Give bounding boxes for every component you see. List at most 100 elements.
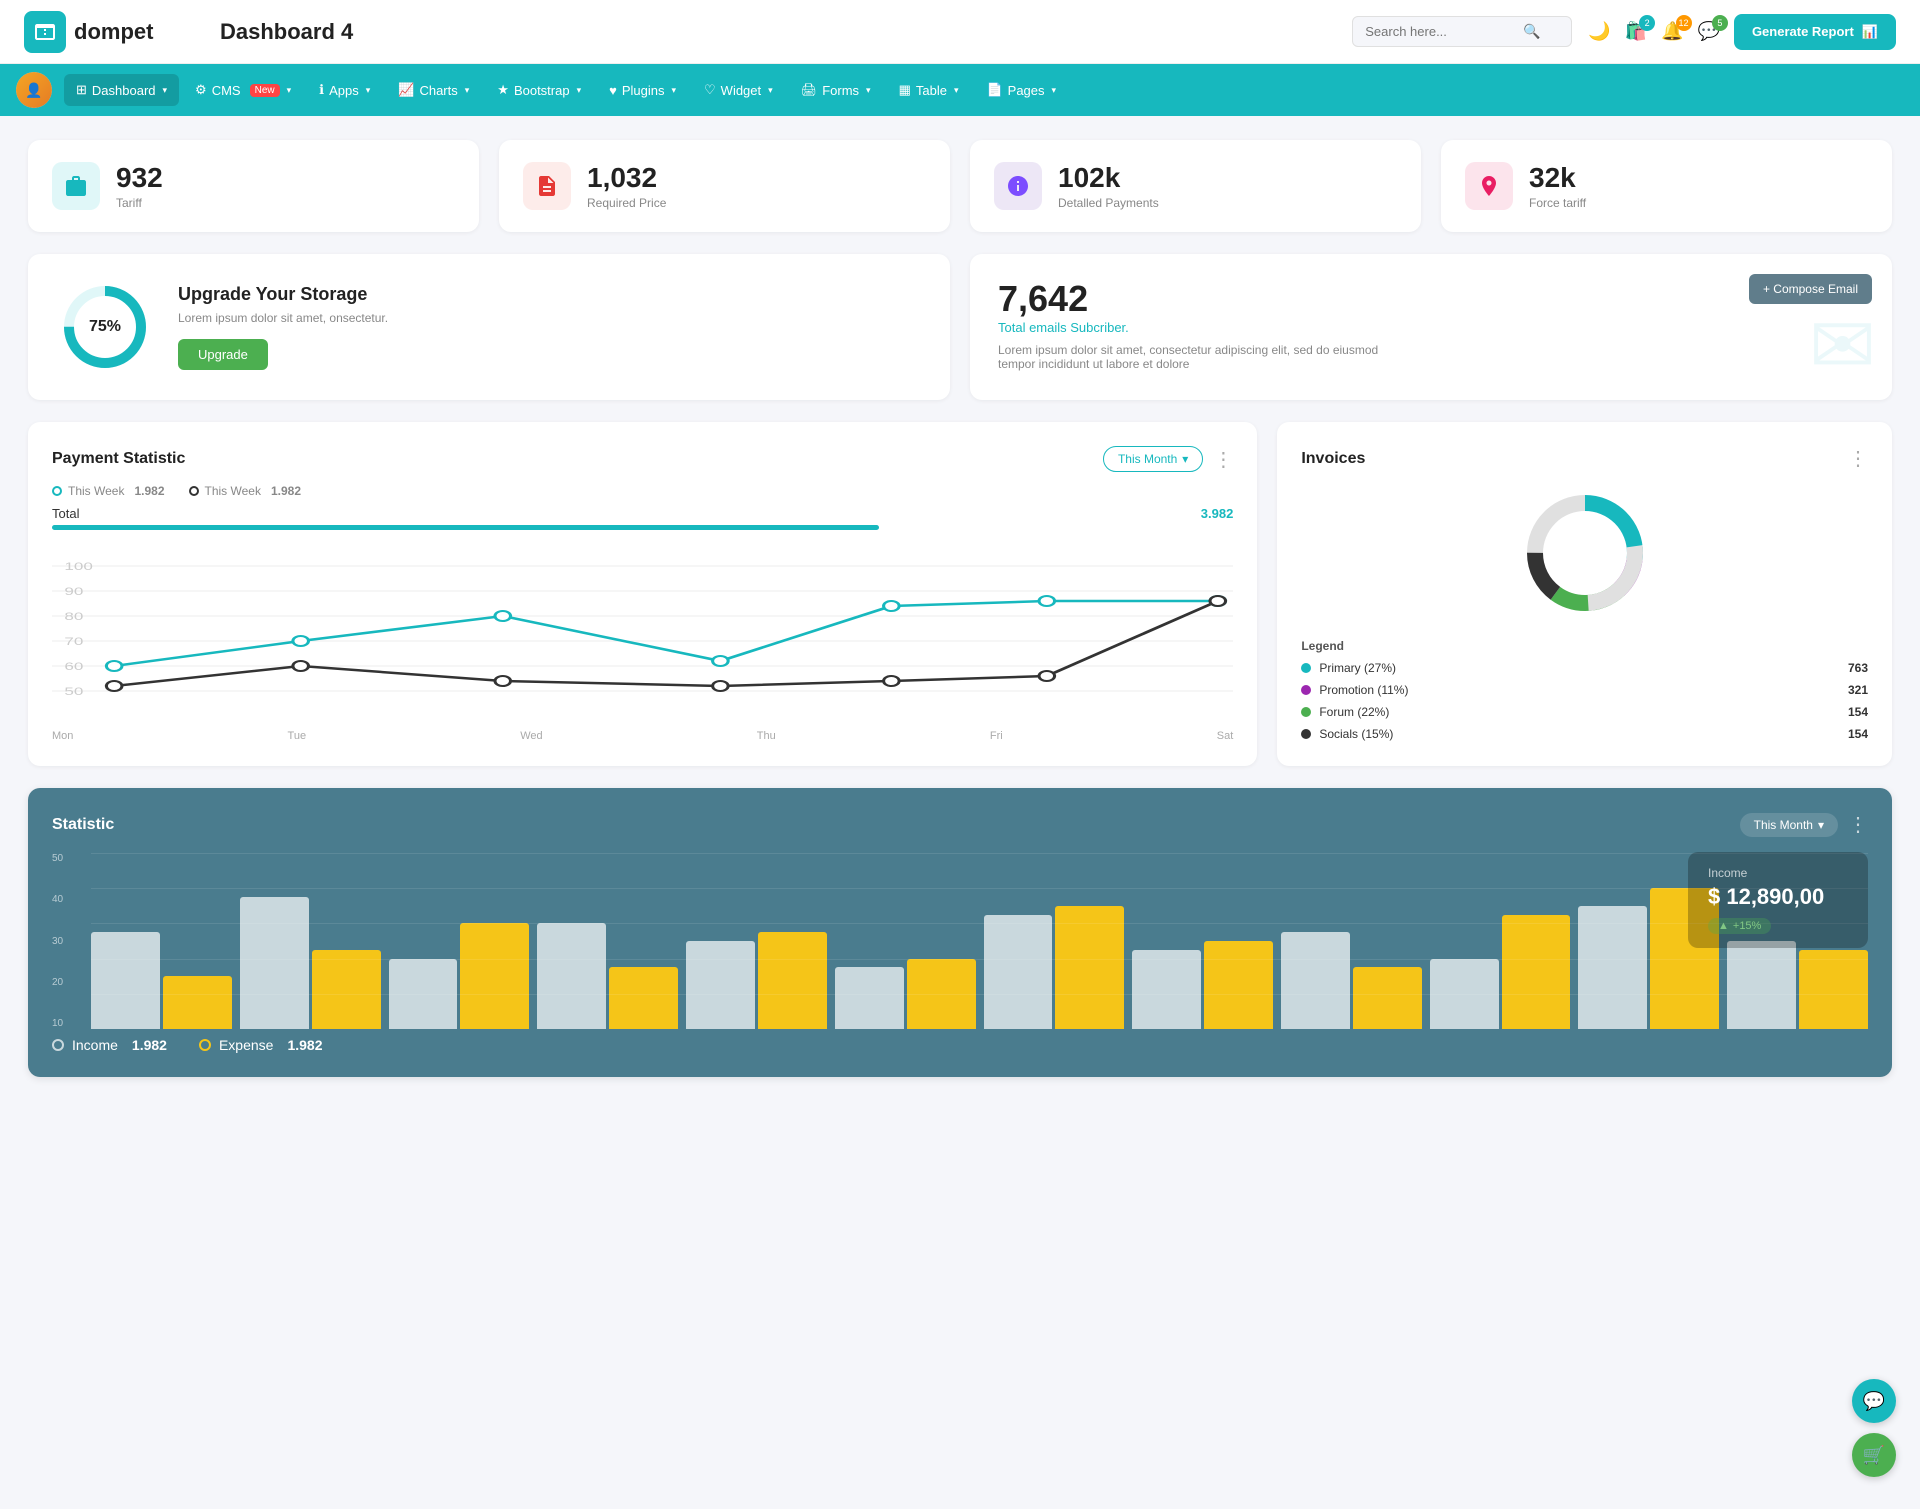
- bar-white: [91, 932, 160, 1029]
- force-value: 32k: [1529, 162, 1586, 194]
- tariff-icon: [52, 162, 100, 210]
- bar-group: [1132, 941, 1273, 1029]
- bar-group: [1281, 932, 1422, 1029]
- bar-yellow: [609, 967, 678, 1029]
- dot-primary: [1301, 663, 1311, 673]
- page-title: Dashboard 4: [220, 19, 1336, 45]
- total-label: Total: [52, 506, 79, 521]
- email-description: Lorem ipsum dolor sit amet, consectetur …: [998, 343, 1398, 371]
- bar-white: [537, 923, 606, 1029]
- generate-report-button[interactable]: Generate Report 📊: [1734, 14, 1896, 50]
- legend-item-2: This Week 1.982: [189, 484, 302, 498]
- bar-yellow: [758, 932, 827, 1029]
- nav-item-pages[interactable]: 📄 Pages ▾: [974, 74, 1068, 106]
- nav-item-widget[interactable]: ♡ Widget ▾: [692, 74, 785, 106]
- statistic-body: 50 40 30 20 10 Income: [52, 853, 1868, 1029]
- chevron-down-icon: ▾: [1182, 452, 1188, 466]
- legend-promotion: Promotion (11%) 321: [1301, 683, 1868, 697]
- bar-white: [686, 941, 755, 1029]
- email-number: 7,642: [998, 278, 1864, 320]
- chevron-down-icon: ▾: [866, 85, 871, 96]
- logo-icon: [24, 11, 66, 53]
- payment-chart: 100 90 80 70 60 50: [52, 546, 1233, 726]
- payment-progress-bar: [52, 525, 879, 530]
- bar-group: [91, 932, 232, 1029]
- nav-item-dashboard[interactable]: ⊞ Dashboard ▾: [64, 74, 179, 106]
- nav-item-charts[interactable]: 📈 Charts ▾: [386, 74, 481, 106]
- storage-percent: 75%: [89, 318, 121, 336]
- main-content: 932 Tariff 1,032 Required Price 102k Det…: [0, 116, 1920, 1101]
- bar-yellow: [907, 959, 976, 1029]
- income-box: Income $ 12,890,00 ▲ +15%: [1688, 852, 1868, 948]
- chat-icon-btn[interactable]: 💬 5: [1698, 21, 1720, 42]
- legend-item-1: This Week 1.982: [52, 484, 165, 498]
- payment-menu-button[interactable]: ⋮: [1213, 447, 1233, 472]
- bar-yellow: [1502, 915, 1571, 1029]
- logo-text: dompet: [74, 19, 153, 45]
- stat-cards: 932 Tariff 1,032 Required Price 102k Det…: [28, 140, 1892, 232]
- bar-group: [984, 906, 1125, 1029]
- support-button[interactable]: 💬: [1852, 1379, 1896, 1423]
- bar-white: [240, 897, 309, 1029]
- storage-info: Upgrade Your Storage Lorem ipsum dolor s…: [178, 284, 388, 370]
- nav-item-cms[interactable]: ⚙ CMS New ▾: [183, 74, 303, 106]
- email-card: + Compose Email 7,642 Total emails Subcr…: [970, 254, 1892, 400]
- statistic-header: Statistic This Month ▾ ⋮: [52, 812, 1868, 837]
- invoices-header: Invoices ⋮: [1301, 446, 1868, 471]
- shop-icon-btn[interactable]: 🛍️ 2: [1625, 21, 1647, 42]
- upgrade-button[interactable]: Upgrade: [178, 339, 268, 370]
- nav-bar: 👤 ⊞ Dashboard ▾ ⚙ CMS New ▾ ℹ Apps ▾ 📈 C…: [0, 64, 1920, 116]
- x-labels: Mon Tue Wed Thu Fri Sat: [52, 730, 1233, 742]
- income-value: $ 12,890,00: [1708, 884, 1848, 910]
- header-icons: 🌙 🛍️ 2 🔔 12 💬 5 Generate Report 📊: [1588, 14, 1896, 50]
- storage-desc: Lorem ipsum dolor sit amet, onsectetur.: [178, 311, 388, 325]
- nav-item-forms[interactable]: 🖨 Forms ▾: [789, 74, 883, 106]
- dot-promotion: [1301, 685, 1311, 695]
- mail-icon: ✉: [1809, 299, 1876, 392]
- bar-white: [1578, 906, 1647, 1029]
- chevron-down-icon: ▾: [465, 85, 470, 96]
- cart-button[interactable]: 🛒: [1852, 1433, 1896, 1477]
- bar-yellow: [1055, 906, 1124, 1029]
- statistic-menu-button[interactable]: ⋮: [1848, 812, 1868, 837]
- chevron-down-icon: ▾: [366, 85, 371, 96]
- nav-item-apps[interactable]: ℹ Apps ▾: [307, 74, 382, 106]
- bar-group: [389, 923, 530, 1029]
- search-input[interactable]: [1365, 24, 1515, 39]
- logo: dompet: [24, 11, 204, 53]
- payment-filter-button[interactable]: This Month ▾: [1103, 446, 1203, 472]
- bar-yellow: [1204, 941, 1273, 1029]
- dot-forum: [1301, 707, 1311, 717]
- bar-yellow: [1353, 967, 1422, 1029]
- storage-donut: 75%: [60, 282, 150, 372]
- income-label: Income: [1708, 866, 1848, 880]
- bar-white: [1132, 950, 1201, 1029]
- price-label: Required Price: [587, 196, 666, 210]
- bell-icon-btn[interactable]: 🔔 12: [1661, 21, 1683, 42]
- invoices-menu-button[interactable]: ⋮: [1848, 446, 1868, 471]
- bar-yellow: [1799, 950, 1868, 1029]
- shop-badge: 2: [1639, 15, 1655, 31]
- payments-label: Detalled Payments: [1058, 196, 1159, 210]
- svg-text:90: 90: [64, 586, 83, 598]
- tariff-value: 932: [116, 162, 163, 194]
- nav-item-table[interactable]: ▦ Table ▾: [887, 74, 971, 106]
- bar-white: [835, 967, 904, 1029]
- search-bar: 🔍: [1352, 16, 1572, 47]
- svg-text:80: 80: [64, 611, 83, 623]
- moon-icon[interactable]: 🌙: [1588, 21, 1610, 42]
- legend-income: Income 1.982: [52, 1037, 167, 1053]
- legend-dot-income: [52, 1039, 64, 1051]
- nav-item-bootstrap[interactable]: ★ Bootstrap ▾: [485, 74, 593, 106]
- statistic-title: Statistic: [52, 816, 114, 834]
- statistic-filter-button[interactable]: This Month ▾: [1740, 813, 1838, 837]
- chevron-down-icon: ▾: [671, 85, 676, 96]
- bar-group: [240, 897, 381, 1029]
- nav-item-plugins[interactable]: ♥ Plugins ▾: [597, 75, 688, 106]
- payments-value: 102k: [1058, 162, 1159, 194]
- bar-white: [1727, 941, 1796, 1029]
- bar-yellow: [460, 923, 529, 1029]
- income-badge: ▲ +15%: [1708, 918, 1771, 934]
- invoices-legend: Primary (27%) 763 Promotion (11%) 321 Fo…: [1301, 661, 1868, 741]
- bar-white: [1281, 932, 1350, 1029]
